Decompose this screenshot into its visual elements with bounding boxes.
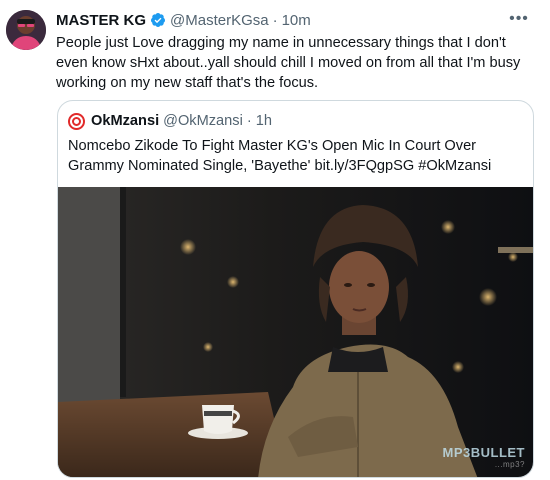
- quoted-author-name[interactable]: OkMzansi: [91, 113, 159, 129]
- verified-badge-icon: [150, 12, 166, 28]
- separator-dot: ·: [272, 11, 278, 29]
- author-name[interactable]: MASTER KG: [56, 12, 146, 29]
- watermark-text: MP3BULLET: [442, 445, 525, 460]
- quoted-tweet-timestamp[interactable]: 1h: [256, 113, 272, 129]
- more-options-icon[interactable]: •••: [508, 8, 530, 30]
- photo-image: [58, 187, 533, 477]
- tweet-header: MASTER KG @MasterKGsa · 10m •••: [56, 10, 530, 30]
- author-avatar[interactable]: [6, 10, 46, 50]
- tweet: MASTER KG @MasterKGsa · 10m ••• People j…: [0, 0, 550, 480]
- quoted-tweet-photo[interactable]: MP3BULLET ...mp3?: [58, 187, 533, 477]
- tweet-text: People just Love dragging my name in unn…: [56, 35, 521, 91]
- quoted-tweet-text: Nomcebo Zikode To Fight Master KG's Open…: [68, 138, 492, 174]
- photo-watermark: MP3BULLET ...mp3?: [443, 445, 526, 469]
- watermark-subtext: ...mp3?: [494, 460, 525, 469]
- quoted-author-avatar[interactable]: [68, 112, 85, 130]
- quoted-tweet-header: OkMzansi @OkMzansi · 1h: [68, 112, 272, 130]
- quoted-separator-dot: ·: [246, 113, 252, 129]
- author-handle[interactable]: @MasterKGsa: [170, 12, 269, 29]
- avatar-image: [6, 10, 46, 50]
- quoted-author-handle[interactable]: @OkMzansi: [163, 113, 243, 129]
- tweet-timestamp[interactable]: 10m: [282, 12, 311, 29]
- quoted-tweet[interactable]: OkMzansi @OkMzansi · 1h Nomcebo Zikode T…: [57, 100, 534, 478]
